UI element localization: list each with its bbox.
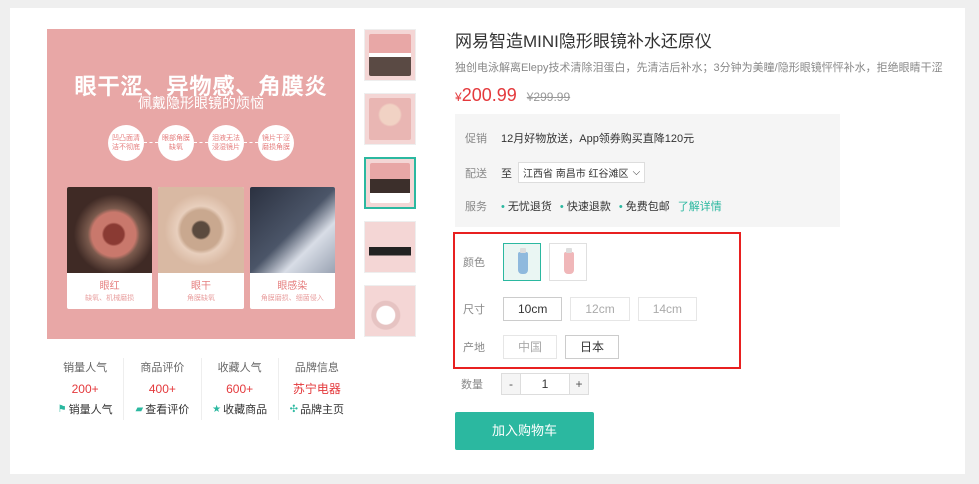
red-eye-photo: 眼红 缺氧、机械磨损 [67,187,153,309]
thumbnail-active[interactable] [364,157,416,209]
product-description: 独创电泳解离Elepy技术清除泪蛋白，先清洁后补水；3分钟为美瞳/隐形眼镜怦怦补… [455,62,943,74]
promo-row: 促销 12月好物放送，App领券购买直降120元 [465,133,695,145]
hero-bubble: 眼部角膜缺氧 [158,125,194,161]
color-option-blue[interactable] [503,243,541,281]
add-to-cart-button[interactable]: 加入购物车 [455,412,594,450]
origin-row: 产地 中国 日本 [463,335,627,359]
size-option-12cm[interactable]: 12cm [570,297,630,321]
stat-favorites: 收藏人气 600+ ★ 收藏商品 [200,358,278,420]
infection-photo: 眼感染 角膜磨损、细菌侵入 [249,187,335,309]
size-option-10cm[interactable]: 10cm [503,297,563,321]
origin-option-japan[interactable]: 日本 [565,335,620,359]
comment-icon: ▰ [135,404,144,415]
quantity-plus-button[interactable]: + [569,373,589,395]
flag-icon: ⚑ [57,404,67,415]
stat-brand: 品牌信息 苏宁电器 ✣ 品牌主页 [277,358,355,420]
size-option-14cm[interactable]: 14cm [637,297,698,321]
size-row: 尺寸 10cm 12cm 14cm [463,297,705,321]
main-product-image: 眼干涩、异物感、角膜炎 佩戴隐形眼镜的烦恼 凹凸面清洁不彻底 眼部角膜缺氧 泪液… [47,29,355,339]
stat-sales: 销量人气 200+ ⚑ 销量人气 [47,358,123,420]
hero-bubbles: 凹凸面清洁不彻底 眼部角膜缺氧 泪液无法浸湿镜片 镜片干涩磨损角膜 [47,125,355,161]
brand-icon: ✣ [289,404,299,415]
favorite-link[interactable]: ★ 收藏商品 [202,400,278,420]
service-details-link[interactable]: 了解详情 [678,198,722,214]
star-icon: ★ [212,404,222,415]
thumbnail-list [364,29,418,349]
hero-photos: 眼红 缺氧、机械磨损 眼干 角膜缺氧 眼感染 角膜磨损、细菌侵入 [67,187,335,309]
thumbnail[interactable] [364,29,416,81]
thumbnail[interactable] [364,285,416,337]
original-price: ¥299.99 [526,90,571,104]
hero-bubble: 凹凸面清洁不彻底 [108,125,144,161]
sales-link[interactable]: ⚑ 销量人气 [47,400,123,420]
service-row: 服务 • 无忧退货 • 快速退款 • 免费包邮 了解详情 [465,198,722,214]
stat-reviews: 商品评价 400+ ▰ 查看评价 [123,358,200,420]
thumbnail[interactable] [364,221,416,273]
hero-bubble: 镜片干涩磨损角膜 [258,125,294,161]
reviews-link[interactable]: ▰ 查看评价 [124,400,200,420]
spec-selector: 颜色 尺寸 10cm 12cm 14cm 产地 中国 日本 [453,232,741,369]
product-title: 网易智造MINI隐形眼镜补水还原仪 [455,32,712,51]
product-info: 网易智造MINI隐形眼镜补水还原仪 独创电泳解离Elepy技术清除泪蛋白，先清洁… [455,30,955,111]
chevron-down-icon: ⌵ [632,167,641,178]
promo-panel: 促销 12月好物放送，App领券购买直降120元 配送 至 江西省 南昌市 红谷… [455,114,840,227]
hero-subtitle: 佩戴隐形眼镜的烦恼 [138,95,264,111]
address-selector[interactable]: 江西省 南昌市 红谷滩区 ⌵ [518,162,646,183]
price-row: ¥200.99 ¥299.99 [455,85,955,111]
quantity-row: 数量 - 1 + [461,373,589,395]
color-row: 颜色 [463,243,595,281]
product-stats: 销量人气 200+ ⚑ 销量人气 商品评价 400+ ▰ 查看评价 收藏人气 600… [47,358,355,420]
origin-option-china[interactable]: 中国 [503,335,558,359]
current-price: ¥200.99 [455,85,517,105]
quantity-input[interactable]: 1 [521,373,569,395]
thumbnail[interactable] [364,93,416,145]
quantity-minus-button[interactable]: - [501,373,521,395]
brand-link[interactable]: ✣ 品牌主页 [279,400,355,420]
delivery-row: 配送 至 江西省 南昌市 红谷滩区 ⌵ [465,162,646,183]
dry-eye-photo: 眼干 角膜缺氧 [158,187,244,309]
hero-bubble: 泪液无法浸湿镜片 [208,125,244,161]
color-option-pink[interactable] [549,243,587,281]
